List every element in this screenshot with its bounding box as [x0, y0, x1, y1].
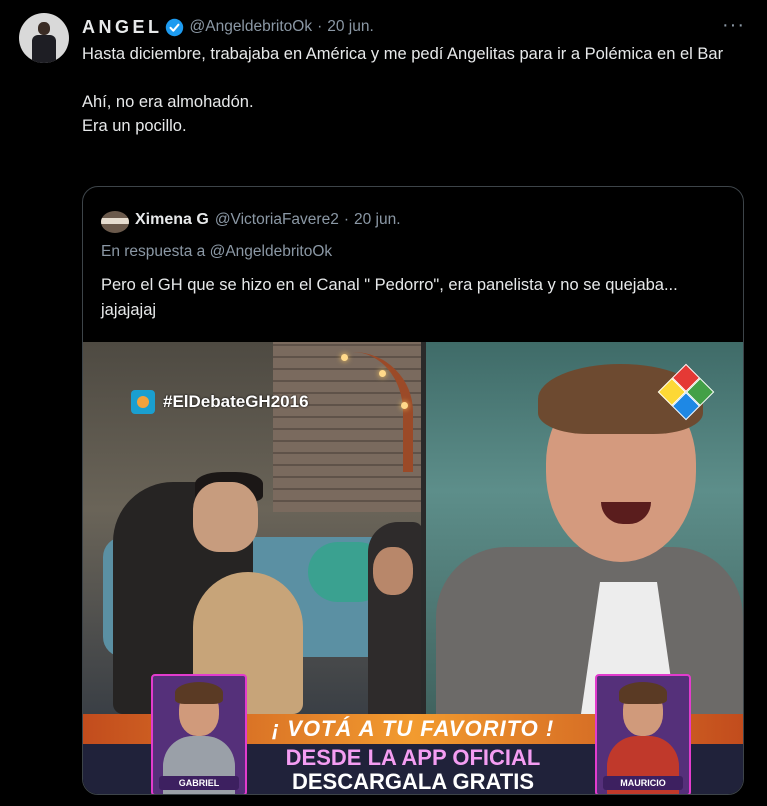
reply-context: En respuesta a @AngeldebritoOk — [101, 243, 332, 261]
verified-badge-icon — [165, 18, 183, 36]
banner-download-text: DESCARGALA GRATIS — [292, 769, 534, 794]
quoted-author-handle[interactable]: @VictoriaFavere2 — [215, 211, 339, 229]
quoted-media[interactable]: #ElDebateGH2016 ¡ VOTÁ A TU FAVORITO ! D… — [83, 342, 743, 794]
tweet-text: Hasta diciembre, trabajaba en América y … — [82, 42, 752, 138]
reply-mention-link[interactable]: @AngeldebritoOk — [210, 243, 333, 260]
banner-vote-text: ¡ VOTÁ A TU FAVORITO ! — [271, 716, 555, 741]
separator-dot: · — [317, 18, 323, 35]
light-bulb — [341, 354, 348, 361]
more-icon[interactable]: ··· — [722, 14, 745, 37]
light-bulb — [401, 402, 408, 409]
avatar-detail — [101, 218, 129, 224]
media-left-scene: #ElDebateGH2016 — [83, 342, 423, 714]
quoted-header: Ximena G @VictoriaFavere2 · 20 jun. — [135, 208, 401, 232]
light-bulb — [379, 370, 386, 377]
tweet[interactable]: ANGEL @AngeldebritoOk · 20 jun. ··· Hast… — [0, 0, 767, 806]
tv-icon-dot — [137, 396, 149, 408]
candidate-name: GABRIEL — [159, 776, 239, 790]
tweet-text-line: Ahí, no era almohadón. — [82, 93, 254, 111]
candidate-hair — [619, 682, 667, 704]
quoted-tweet[interactable]: Ximena G @VictoriaFavere2 · 20 jun. En r… — [82, 186, 744, 795]
person-head — [193, 482, 258, 552]
tweet-text-line: Ahí, no era almohadón. Era un pocillo. — [82, 90, 752, 138]
hashtag-text: #ElDebateGH2016 — [163, 392, 309, 411]
separator-dot: · — [343, 211, 349, 228]
candidate-card-right: MAURICIO — [595, 674, 691, 794]
quoted-date[interactable]: 20 jun. — [354, 211, 401, 229]
avatar-head — [38, 22, 50, 35]
reply-prefix: En respuesta a — [101, 243, 206, 260]
avatar-body — [32, 35, 56, 63]
person-face — [373, 547, 413, 595]
candidate-card-left: GABRIEL — [151, 674, 247, 794]
tweet-header: ANGEL @AngeldebritoOk · 20 jun. — [82, 14, 374, 40]
author-handle[interactable]: @AngeldebritoOk — [190, 18, 313, 36]
quoted-author-name[interactable]: Ximena G — [135, 211, 209, 229]
author-name[interactable]: ANGEL — [82, 17, 163, 38]
media-right-scene — [426, 342, 743, 714]
tweet-text-line: Era un pocillo. — [82, 117, 187, 135]
quoted-author-avatar[interactable] — [101, 211, 129, 233]
tweet-text-line: Hasta diciembre, trabajaba en América y … — [82, 45, 724, 63]
candidate-hair — [175, 682, 223, 704]
banner-app-text: DESDE LA APP OFICIAL — [285, 745, 541, 770]
quoted-text: Pero el GH que se hizo en el Canal " Ped… — [101, 276, 678, 319]
candidate-name: MAURICIO — [603, 776, 683, 790]
author-avatar[interactable] — [19, 13, 69, 63]
hashtag-overlay: #ElDebateGH2016 — [131, 390, 309, 414]
tv-icon — [131, 390, 155, 414]
tweet-date[interactable]: 20 jun. — [327, 18, 374, 36]
